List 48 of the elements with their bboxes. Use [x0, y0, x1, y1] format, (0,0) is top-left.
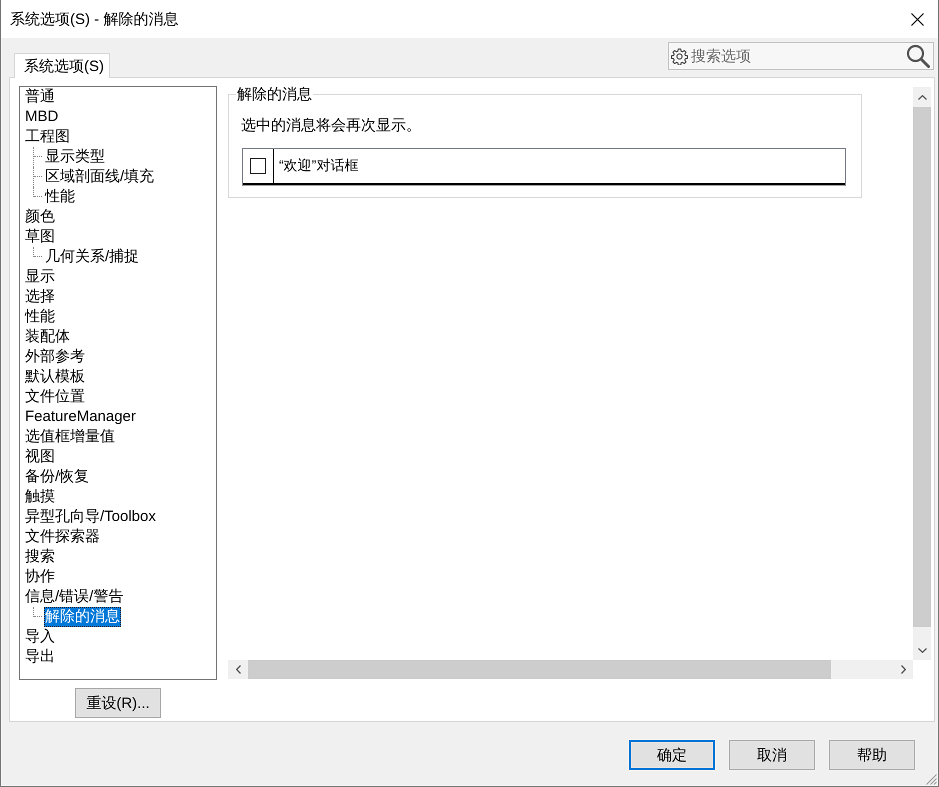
tree-item[interactable]: 选值框增量值	[25, 427, 115, 447]
reset-button[interactable]: 重设(R)...	[75, 688, 161, 718]
resize-grip-icon	[926, 774, 937, 785]
group-title: 解除的消息	[236, 85, 313, 104]
chevron-left-icon	[236, 665, 240, 674]
tree-item[interactable]: 信息/错误/警告	[25, 587, 124, 607]
chevron-down-icon	[918, 648, 926, 652]
tree-item[interactable]: 性能	[25, 307, 55, 327]
chevron-up-icon	[918, 94, 926, 100]
tree-item[interactable]: 颜色	[25, 207, 55, 227]
tree-item[interactable]: 外部参考	[25, 347, 85, 367]
tree-item[interactable]: 性能	[44, 187, 76, 207]
tree-item[interactable]: 文件探索器	[25, 527, 100, 547]
tree-item[interactable]: 异型孔向导/Toolbox	[25, 507, 156, 527]
tree-item[interactable]: 装配体	[25, 327, 70, 347]
window-title: 系统选项(S) - 解除的消息	[10, 10, 178, 28]
tree-item[interactable]: 显示	[25, 267, 55, 287]
tree-item[interactable]: 解除的消息	[44, 607, 121, 627]
tree-item[interactable]: 导出	[25, 647, 55, 667]
chevron-right-icon	[900, 665, 906, 674]
tree-item[interactable]: 显示类型	[44, 147, 106, 167]
tree-item[interactable]: 区域剖面线/填充	[44, 167, 156, 187]
tree-item[interactable]: MBD	[25, 107, 58, 127]
dialog-button[interactable]: 帮助	[829, 740, 915, 770]
message-name: “欢迎”对话框	[278, 156, 358, 175]
tree-item[interactable]: 几何关系/捕捉	[44, 247, 140, 267]
tree-item[interactable]: 普通	[25, 87, 55, 107]
description-text: 选中的消息将会再次显示。	[241, 116, 422, 136]
tree-item[interactable]: 视图	[25, 447, 55, 467]
tree-item[interactable]: 搜索	[25, 547, 55, 567]
dialog-button[interactable]: 确定	[629, 740, 715, 770]
dialog-button[interactable]: 取消	[729, 740, 815, 770]
tree-item[interactable]: 备份/恢复	[25, 467, 90, 487]
tab[interactable]: 系统选项(S)	[14, 53, 110, 78]
tree-item[interactable]: 触摸	[25, 487, 55, 507]
search-field[interactable]: 搜索选项	[668, 42, 934, 70]
gear-icon	[671, 48, 688, 65]
tree-item[interactable]: 默认模板	[25, 367, 85, 387]
tree-item[interactable]: 草图	[25, 227, 55, 247]
close-icon	[910, 12, 924, 26]
tree-item[interactable]: 工程图	[25, 127, 70, 147]
tree-item[interactable]: 协作	[25, 567, 55, 587]
tree-item[interactable]: 导入	[25, 627, 55, 647]
search-icon	[906, 44, 930, 68]
tree-item[interactable]: 文件位置	[25, 387, 85, 407]
checkbox[interactable]	[250, 158, 266, 174]
tree-item[interactable]: 选择	[25, 287, 55, 307]
tree-item[interactable]: FeatureManager	[25, 407, 136, 427]
